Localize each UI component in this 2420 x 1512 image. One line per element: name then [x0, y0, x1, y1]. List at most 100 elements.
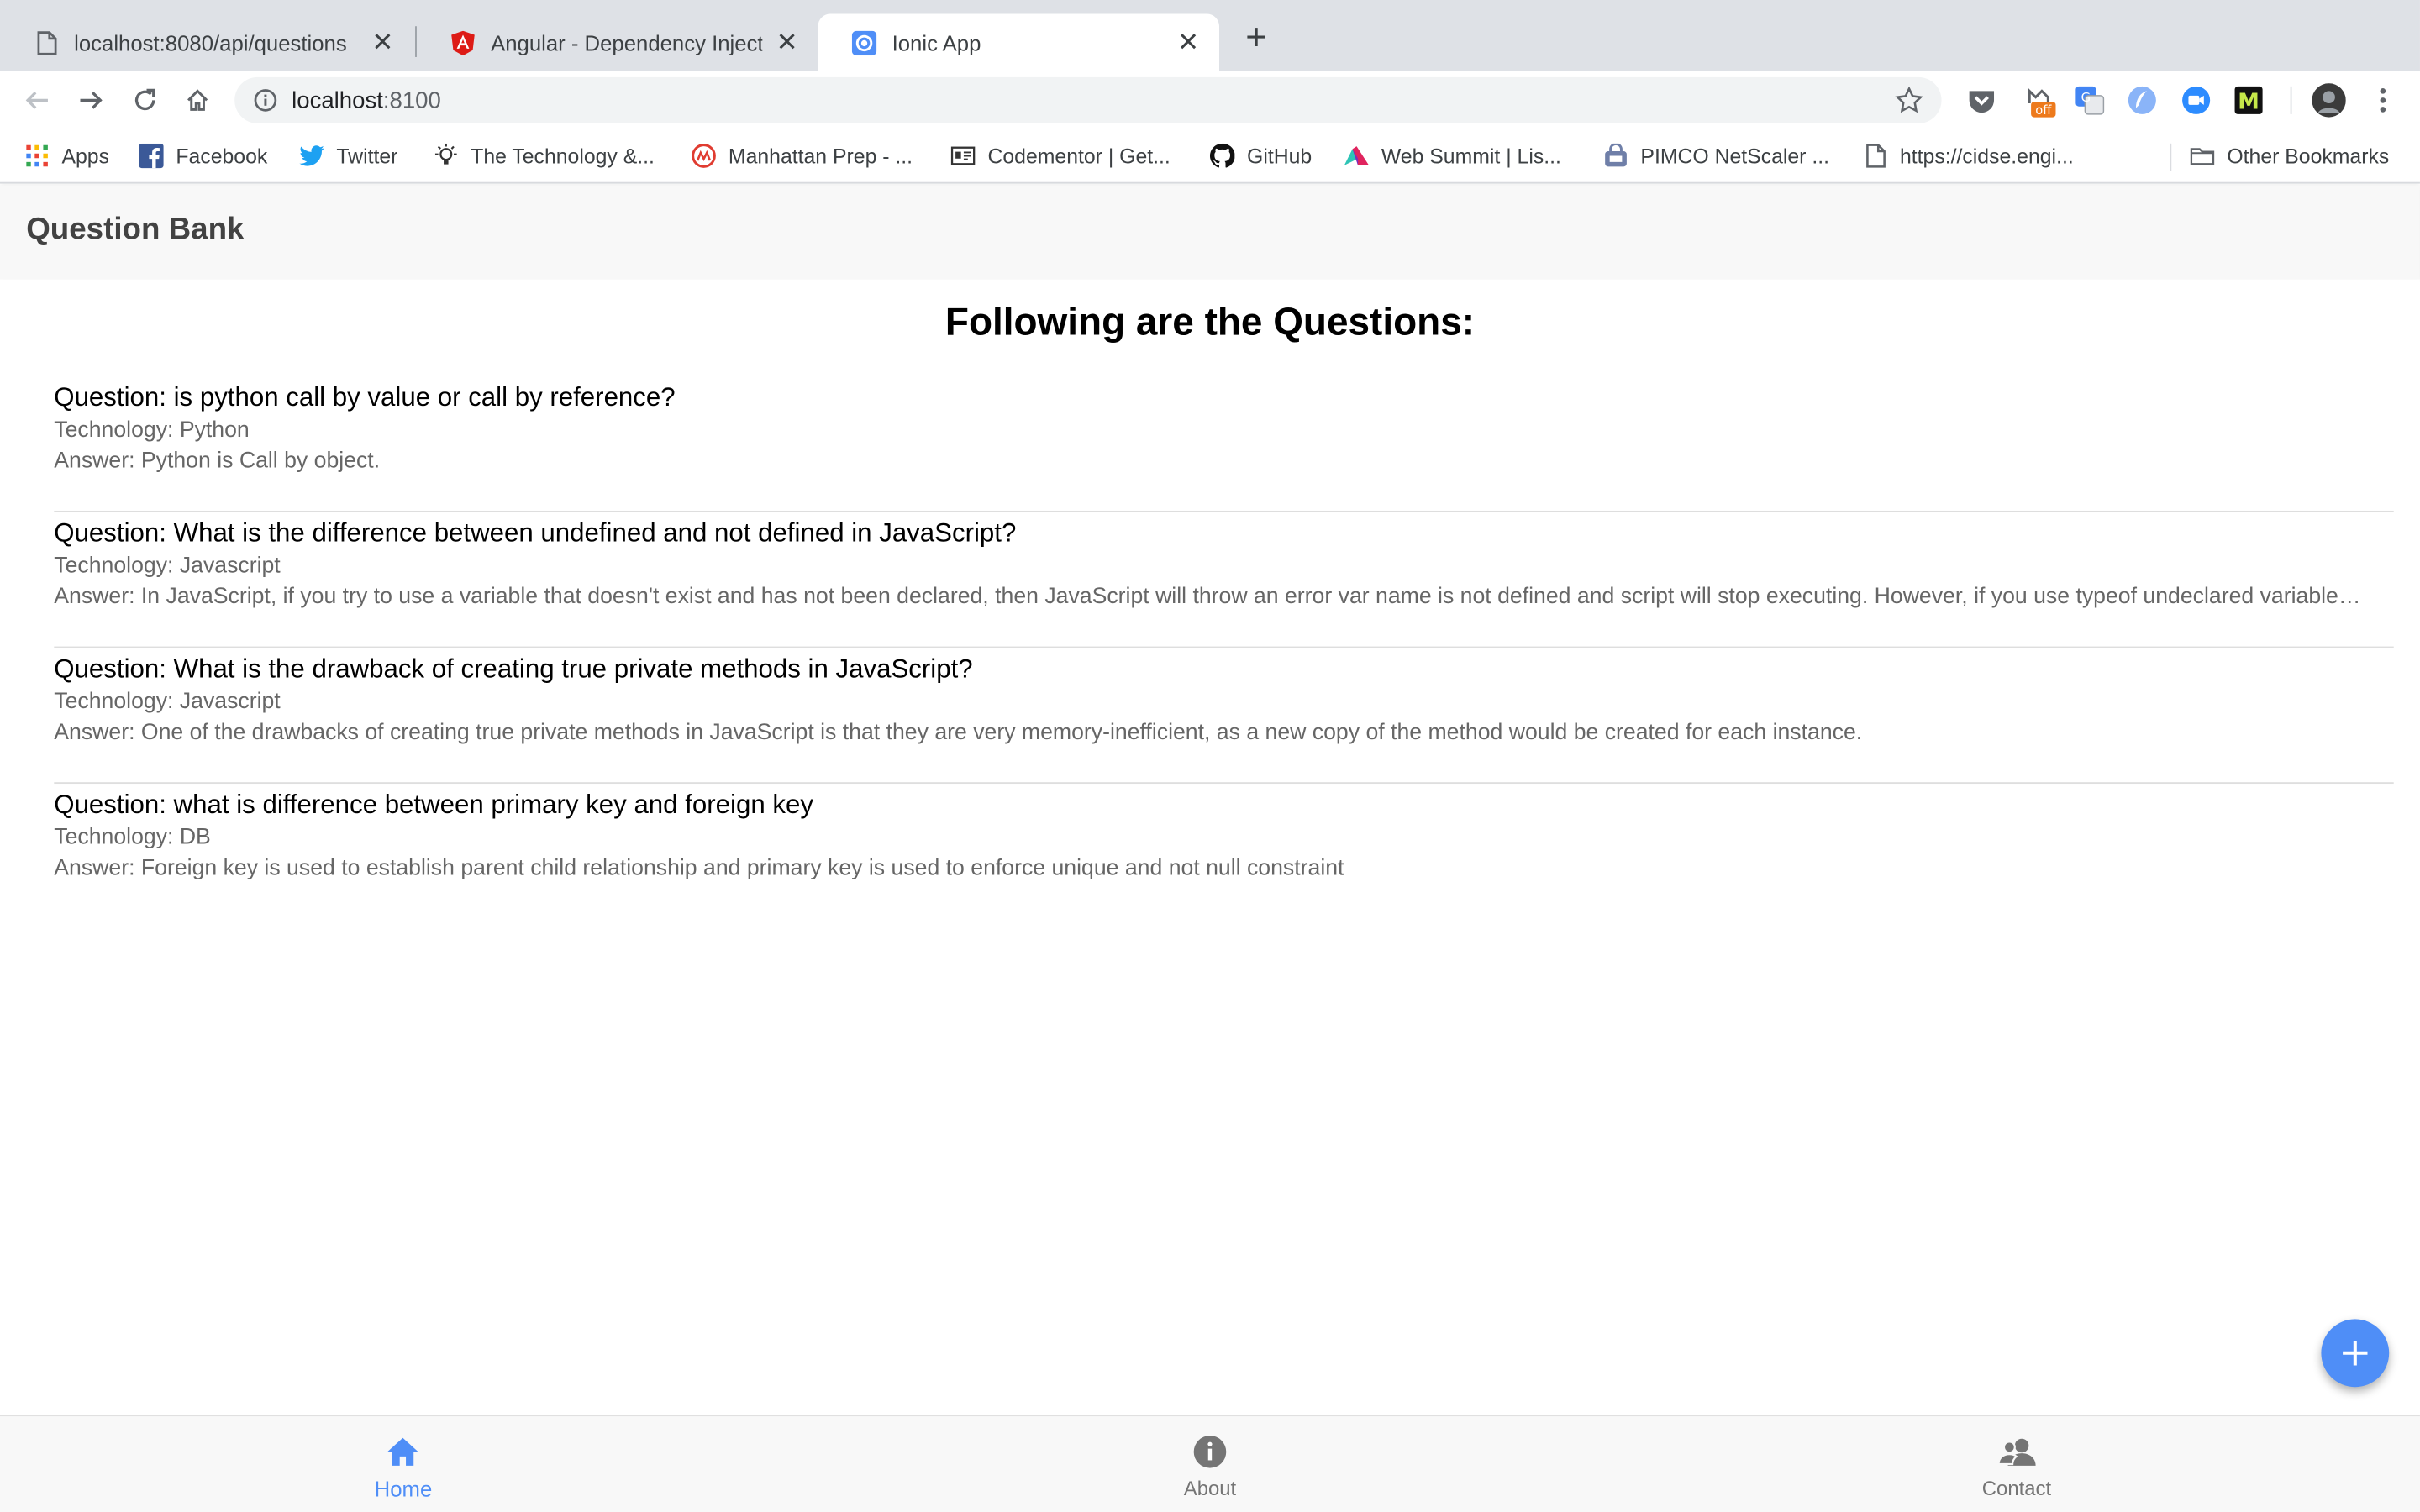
question-item[interactable]: Question: what is difference between pri… [54, 784, 2393, 920]
bottom-tab-bar: Home About Contact [0, 1415, 2420, 1512]
bookmark-label: GitHub [1247, 144, 1313, 168]
manhattan-prep-icon [692, 144, 716, 168]
plus-icon [2343, 1341, 2368, 1366]
question-list: Question: is python call by value or cal… [54, 376, 2394, 920]
lock-icon [1603, 143, 1628, 168]
bookmark-web-summit[interactable]: Web Summit | Lis... [1344, 142, 1561, 170]
bookmark-label: Facebook [176, 144, 268, 168]
profile-avatar[interactable] [2312, 83, 2346, 118]
reload-icon [134, 88, 155, 111]
back-button[interactable] [18, 81, 55, 118]
bookmark-apps[interactable]: Apps [24, 142, 109, 170]
twitter-icon [299, 144, 324, 168]
bookmark-manhattan-prep[interactable]: Manhattan Prep - ... [692, 142, 913, 170]
m-extension-icon[interactable]: M [2233, 85, 2265, 116]
bookmark-label: Twitter [336, 144, 398, 168]
question-item[interactable]: Question: What is the difference between… [54, 512, 2394, 648]
browser-toolbar: localhost:8100 off G M [0, 71, 2420, 130]
svg-text:G: G [2081, 91, 2091, 105]
tab-contact[interactable]: Contact [1613, 1416, 2420, 1512]
tab-title: localhost:8080/api/questions [74, 29, 347, 55]
bookmark-star-icon[interactable] [1895, 86, 1923, 114]
main-content: Following are the Questions: Question: i… [0, 279, 2420, 1415]
more-vertical-icon [2380, 88, 2386, 113]
document-icon [1863, 144, 1887, 168]
browser-tab-angular[interactable]: Angular - Dependency Injection ✕ [417, 14, 818, 71]
forward-button[interactable] [72, 81, 109, 118]
info-circle-icon[interactable] [253, 88, 277, 113]
question-technology: Technology: DB [54, 825, 211, 851]
info-icon [1190, 1431, 1230, 1472]
question-answer: Answer: Foreign key is used to establish… [54, 856, 1344, 881]
close-tab-icon[interactable]: ✕ [1176, 29, 1201, 55]
bookmark-label: Web Summit | Lis... [1381, 144, 1561, 168]
bookmark-label: Apps [61, 144, 110, 168]
tab-title: Angular - Dependency Injection [491, 29, 763, 55]
bookmark-label: PIMCO NetScaler ... [1640, 144, 1830, 168]
google-translate-extension-icon[interactable]: G [2075, 85, 2106, 116]
bookmarks-divider [2170, 143, 2172, 171]
bookmark-codementor[interactable]: Codementor | Get... [950, 142, 1171, 170]
bookmarks-bar: Apps Facebook Twitter The Technology &..… [0, 129, 2420, 184]
bookmark-label: https://cidse.engi... [1899, 144, 2074, 168]
contacts-icon [1996, 1431, 2037, 1472]
browser-tab-ionic-app[interactable]: Ionic App ✕ [818, 13, 1219, 71]
url-host: localhost [292, 87, 383, 113]
reload-button[interactable] [127, 81, 164, 118]
url-text: localhost:8100 [292, 87, 441, 113]
question-technology: Technology: Python [54, 417, 250, 444]
question-text: Question: What is the drawback of creati… [54, 654, 973, 684]
browser-menu-button[interactable] [2365, 81, 2402, 118]
tab-label: About [1183, 1476, 1237, 1500]
extension-badge: off [2035, 103, 2052, 118]
pocket-extension-icon[interactable] [1966, 85, 1997, 116]
facebook-icon [139, 143, 164, 169]
tab-label: Home [374, 1476, 433, 1502]
question-technology: Technology: Javascript [54, 690, 281, 715]
bookmark-cidse[interactable]: https://cidse.engi... [1863, 142, 2074, 170]
question-answer: Answer: Python is Call by object. [54, 449, 381, 474]
house-icon [187, 89, 208, 111]
browser-tab-api-questions[interactable]: localhost:8080/api/questions ✕ [0, 14, 413, 71]
arrow-left-icon [25, 92, 48, 109]
bookmark-label: Manhattan Prep - ... [728, 144, 913, 168]
document-icon [34, 30, 58, 55]
bookmark-label: The Technology &... [471, 144, 655, 168]
address-bar[interactable]: localhost:8100 [234, 76, 1942, 123]
home-button[interactable] [179, 81, 216, 118]
apps-grid-icon [24, 144, 49, 168]
tab-about[interactable]: About [807, 1416, 1613, 1512]
questions-heading: Following are the Questions: [944, 301, 1476, 344]
bookmark-pimco-netscaler[interactable]: PIMCO NetScaler ... [1603, 142, 1829, 170]
question-item[interactable]: Question: is python call by value or cal… [54, 376, 2394, 512]
other-bookmarks-folder[interactable]: Other Bookmarks [2190, 142, 2389, 170]
tab-home[interactable]: Home [0, 1416, 807, 1512]
ionic-icon [851, 29, 877, 55]
codementor-icon [950, 144, 976, 168]
home-icon [383, 1431, 424, 1472]
tab-title: Ionic App [892, 29, 981, 55]
new-tab-button[interactable]: + [1239, 19, 1273, 56]
web-summit-icon [1344, 144, 1370, 168]
toolbar-divider [2290, 86, 2292, 114]
question-text: Question: what is difference between pri… [54, 790, 813, 820]
app-header: Question Bank [0, 185, 2420, 280]
bookmark-facebook[interactable]: Facebook [139, 142, 267, 170]
question-text: Question: What is the difference between… [54, 518, 1017, 549]
svg-text:M: M [2238, 89, 2260, 114]
tab-label: Contact [1981, 1476, 2052, 1500]
url-port: :8100 [382, 87, 441, 113]
github-icon [1209, 143, 1235, 168]
add-question-button[interactable] [2321, 1319, 2390, 1388]
question-item[interactable]: Question: What is the drawback of creati… [54, 648, 2394, 785]
feather-extension-icon[interactable] [2127, 85, 2158, 116]
bookmark-twitter[interactable]: Twitter [299, 142, 397, 170]
honey-extension-icon[interactable]: off [2023, 85, 2056, 118]
question-answer: Answer: One of the drawbacks of creating… [54, 720, 1863, 746]
bookmark-the-technology[interactable]: The Technology &... [434, 142, 655, 170]
question-text: Question: is python call by value or cal… [54, 382, 676, 412]
zoom-extension-icon[interactable] [2181, 85, 2212, 116]
close-tab-icon[interactable]: ✕ [371, 29, 395, 55]
close-tab-icon[interactable]: ✕ [775, 29, 799, 55]
bookmark-github[interactable]: GitHub [1209, 142, 1313, 170]
